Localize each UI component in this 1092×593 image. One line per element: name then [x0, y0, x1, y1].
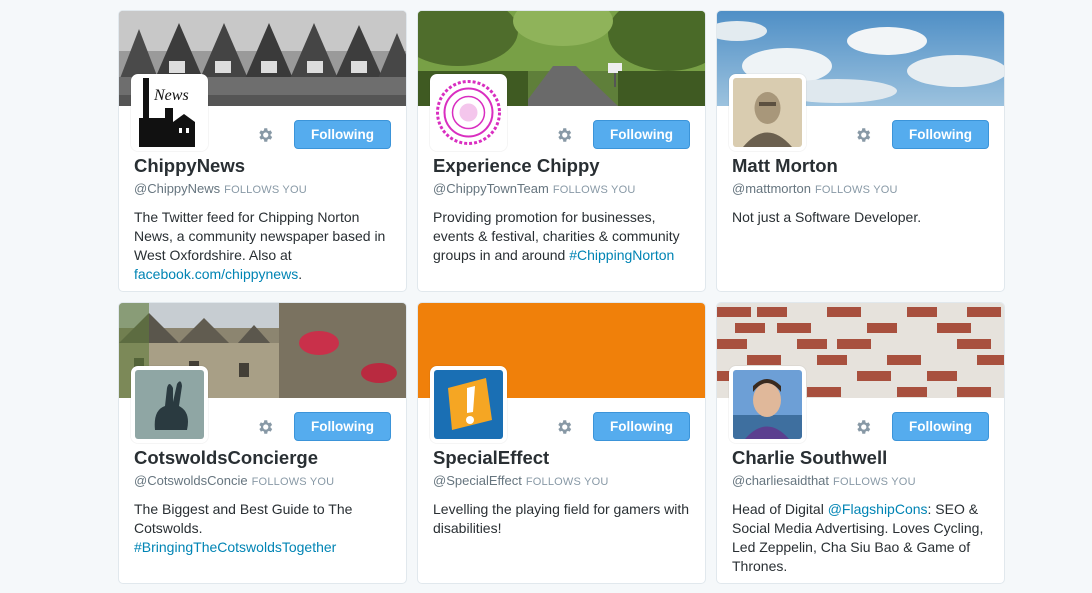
- profile-card: Following Experience Chippy @ChippyTownT…: [417, 10, 706, 292]
- avatar[interactable]: [729, 366, 806, 443]
- handle-line: @CotswoldsConcie FOLLOWS YOU: [134, 473, 394, 490]
- gear-icon[interactable]: [255, 417, 275, 437]
- gear-icon[interactable]: [554, 417, 574, 437]
- profile-name[interactable]: CotswoldsConcierge: [134, 448, 394, 468]
- profile-handle[interactable]: @ChippyTownTeam: [433, 181, 549, 196]
- profile-card: Following CotswoldsConcierge @CotswoldsC…: [118, 302, 407, 584]
- following-button[interactable]: Following: [593, 412, 690, 441]
- handle-line: @charliesaidthat FOLLOWS YOU: [732, 473, 992, 490]
- handle-line: @SpecialEffect FOLLOWS YOU: [433, 473, 693, 490]
- profile-handle[interactable]: @charliesaidthat: [732, 473, 829, 488]
- profile-bio: Levelling the playing field for gamers w…: [433, 500, 693, 538]
- follows-you-badge: FOLLOWS YOU: [552, 184, 636, 196]
- profile-name[interactable]: SpecialEffect: [433, 448, 693, 468]
- card-actions: Following: [255, 412, 391, 441]
- profile-bio: Head of Digital @FlagshipCons: SEO & Soc…: [732, 500, 992, 576]
- profile-handle[interactable]: @mattmorton: [732, 181, 811, 196]
- card-actions: Following: [554, 120, 690, 149]
- bio-link[interactable]: facebook.com/chippynews: [134, 266, 298, 282]
- profile-card: Following SpecialEffect @SpecialEffect FO…: [417, 302, 706, 584]
- bio-text: .: [298, 266, 303, 282]
- follows-you-badge: FOLLOWS YOU: [833, 476, 916, 488]
- gear-icon[interactable]: [554, 125, 574, 145]
- profile-name[interactable]: ChippyNews: [134, 156, 394, 176]
- avatar[interactable]: [430, 74, 507, 151]
- profile-info: CotswoldsConcierge @CotswoldsConcie FOLLO…: [134, 448, 394, 557]
- profile-bio: Providing promotion for businesses, even…: [433, 208, 693, 265]
- profile-info: SpecialEffect @SpecialEffect FOLLOWS YOU …: [433, 448, 693, 538]
- gear-icon[interactable]: [255, 125, 275, 145]
- profile-handle[interactable]: @SpecialEffect: [433, 473, 522, 488]
- chippynews-logo-text: News: [153, 87, 189, 104]
- following-button[interactable]: Following: [593, 120, 690, 149]
- hare-logo-icon: [135, 370, 204, 439]
- bio-text: Not just a Software Developer.: [732, 209, 922, 225]
- profile-card: News Following ChippyNews @ChippyNews FOL…: [118, 10, 407, 292]
- handle-line: @ChippyTownTeam FOLLOWS YOU: [433, 181, 693, 198]
- following-grid: News Following ChippyNews @ChippyNews FOL…: [118, 10, 1006, 584]
- profile-name[interactable]: Experience Chippy: [433, 156, 693, 176]
- profile-info: Charlie Southwell @charliesaidthat FOLLOW…: [732, 448, 992, 576]
- profile-handle[interactable]: @ChippyNews: [134, 181, 220, 196]
- bio-link[interactable]: #BringingTheCotswoldsTogether: [134, 539, 336, 555]
- bio-text: Head of Digital: [732, 501, 828, 517]
- profile-info: ChippyNews @ChippyNews FOLLOWS YOU The Tw…: [134, 156, 394, 284]
- card-actions: Following: [554, 412, 690, 441]
- profile-bio: The Twitter feed for Chipping Norton New…: [134, 208, 394, 284]
- handle-line: @ChippyNews FOLLOWS YOU: [134, 181, 394, 198]
- following-button[interactable]: Following: [892, 120, 989, 149]
- card-actions: Following: [255, 120, 391, 149]
- were-in-stamp-icon: [434, 78, 503, 147]
- specialeffect-logo-icon: [434, 370, 503, 439]
- bio-text: The Twitter feed for Chipping Norton New…: [134, 209, 386, 263]
- follows-you-badge: FOLLOWS YOU: [814, 184, 898, 196]
- matt-morton-photo: [733, 78, 802, 147]
- follows-you-badge: FOLLOWS YOU: [525, 476, 609, 488]
- gear-icon[interactable]: [853, 417, 873, 437]
- handle-line: @mattmorton FOLLOWS YOU: [732, 181, 992, 198]
- bio-link[interactable]: @FlagshipCons: [828, 501, 928, 517]
- card-actions: Following: [853, 412, 989, 441]
- gear-icon[interactable]: [853, 125, 873, 145]
- profile-handle[interactable]: @CotswoldsConcie: [134, 473, 248, 488]
- following-button[interactable]: Following: [294, 120, 391, 149]
- profile-card: Following Matt Morton @mattmorton FOLLOWS…: [716, 10, 1005, 292]
- profile-card: Following Charlie Southwell @charliesaid…: [716, 302, 1005, 584]
- avatar[interactable]: [430, 366, 507, 443]
- bio-link[interactable]: #ChippingNorton: [569, 247, 674, 263]
- follows-you-badge: FOLLOWS YOU: [251, 476, 335, 488]
- card-actions: Following: [853, 120, 989, 149]
- charlie-southwell-photo: [733, 370, 802, 439]
- chippynews-logo-icon: News: [135, 78, 204, 147]
- profile-name[interactable]: Matt Morton: [732, 156, 992, 176]
- profile-bio: The Biggest and Best Guide to The Cotswo…: [134, 500, 394, 557]
- following-button[interactable]: Following: [294, 412, 391, 441]
- profile-info: Experience Chippy @ChippyTownTeam FOLLOWS…: [433, 156, 693, 265]
- avatar[interactable]: [131, 366, 208, 443]
- bio-text: The Biggest and Best Guide to The Cotswo…: [134, 501, 353, 536]
- avatar[interactable]: [729, 74, 806, 151]
- profile-name[interactable]: Charlie Southwell: [732, 448, 992, 468]
- profile-bio: Not just a Software Developer.: [732, 208, 992, 227]
- bio-text: Levelling the playing field for gamers w…: [433, 501, 690, 536]
- profile-info: Matt Morton @mattmorton FOLLOWS YOU Not j…: [732, 156, 992, 227]
- avatar[interactable]: News: [131, 74, 208, 151]
- following-button[interactable]: Following: [892, 412, 989, 441]
- follows-you-badge: FOLLOWS YOU: [224, 184, 307, 196]
